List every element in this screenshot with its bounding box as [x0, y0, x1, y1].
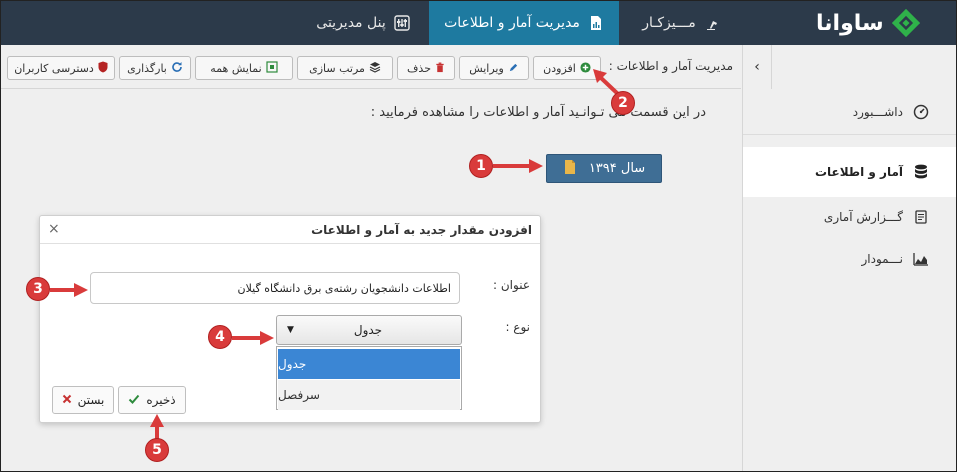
title-field-label: عنوان : — [493, 278, 530, 292]
title-input[interactable] — [90, 272, 460, 304]
tab-stats-label: مدیریت آمار و اطلاعات — [444, 15, 580, 31]
edit-button-label: ویرایش — [469, 61, 504, 75]
top-navbar: ساوانا مـــیزکـار مدیریت آمار و اطلاعات … — [1, 1, 956, 45]
folder-icon — [563, 158, 577, 180]
dialog-title: افزودن مقدار جدید به آمار و اطلاعات — [311, 223, 532, 237]
show-all-button[interactable]: نمایش همه — [195, 56, 293, 80]
refresh-icon — [171, 61, 183, 75]
x-icon — [62, 393, 72, 407]
tab-stats-management[interactable]: مدیریت آمار و اطلاعات — [429, 1, 619, 45]
callout-arrow-4 — [232, 331, 274, 345]
type-field-label: نوع : — [505, 320, 530, 334]
callout-badge: 4 — [208, 325, 232, 349]
type-option[interactable]: جدول — [278, 349, 460, 379]
close-icon[interactable]: × — [48, 221, 60, 237]
sidebar-item-stats[interactable]: آمار و اطلاعات — [743, 147, 956, 197]
sort-button-label: مرتب سازی — [309, 61, 365, 75]
sidebar-item-chart-label: نـــمودار — [861, 252, 904, 266]
scroll-report-icon — [913, 209, 929, 225]
dashboard-gauge-icon — [913, 104, 929, 120]
callout-badge: 2 — [611, 91, 635, 115]
triangle-down-icon: ▼ — [287, 325, 294, 335]
trash-icon — [435, 62, 445, 75]
tab-admin-label: پنل مدیریتی — [316, 15, 386, 31]
intro-text: در این قسمت می تـوانـید آمار و اطلاعات ر… — [370, 105, 706, 120]
sort-button[interactable]: مرتب سازی — [297, 56, 393, 80]
save-button-label: ذخیره — [146, 393, 176, 407]
type-dropdown-list: جدول سرفصل — [276, 346, 462, 410]
dialog-header: افزودن مقدار جدید به آمار و اطلاعات × — [40, 216, 540, 244]
sidebar: داشـــبورد آمار و اطلاعات گـــزارش آماری… — [742, 89, 956, 471]
reload-button[interactable]: بارگذاری — [119, 56, 191, 80]
logo-mark-icon — [891, 8, 920, 38]
callout-arrow-3 — [50, 283, 88, 297]
toolbar-title: مدیریت آمار و اطلاعات : — [608, 59, 733, 73]
tab-admin-panel[interactable]: پنل مدیریتی — [297, 1, 429, 45]
sidebar-item-dashboard-label: داشـــبورد — [852, 104, 903, 119]
save-button[interactable]: ذخیره — [118, 386, 186, 414]
sidebar-item-dashboard[interactable]: داشـــبورد — [743, 89, 956, 135]
callout-arrow-1 — [493, 159, 543, 173]
callout-arrow-5 — [150, 414, 164, 439]
sidebar-item-report-label: گـــزارش آماری — [823, 210, 903, 224]
expand-icon — [266, 61, 278, 75]
area-chart-icon — [913, 251, 929, 267]
sliders-icon — [394, 15, 410, 31]
sidebar-item-report[interactable]: گـــزارش آماری — [743, 197, 956, 237]
toolbar: مدیریت آمار و اطلاعات : افزودن ویرایش حذ… — [1, 45, 741, 89]
type-select[interactable]: ▼ جدول — [276, 315, 462, 345]
sidebar-collapse-button[interactable]: ‹ — [742, 45, 772, 89]
callout-badge: 3 — [26, 277, 50, 301]
brand-logo[interactable]: ساوانا — [816, 5, 946, 41]
app-window: ساوانا مـــیزکـار مدیریت آمار و اطلاعات … — [0, 0, 957, 472]
delete-button[interactable]: حذف — [397, 56, 455, 80]
delete-button-label: حذف — [407, 61, 431, 75]
database-icon — [913, 164, 929, 180]
add-button-label: افزودن — [543, 61, 576, 75]
type-option[interactable]: سرفصل — [278, 380, 460, 410]
tab-desk-label: مـــیزکـار — [642, 15, 696, 31]
user-access-button-label: دسترسی کاربران — [14, 61, 94, 75]
close-button-label: بستن — [77, 393, 105, 407]
add-value-dialog: افزودن مقدار جدید به آمار و اطلاعات × عن… — [39, 215, 541, 423]
reload-button-label: بارگذاری — [127, 61, 167, 75]
year-label: سال ۱۳۹۴ — [588, 161, 646, 176]
logo-text: ساوانا — [816, 10, 884, 36]
edit-button[interactable]: ویرایش — [459, 56, 529, 80]
layers-icon — [369, 61, 381, 75]
tab-desk[interactable]: مـــیزکـار — [619, 1, 743, 45]
year-folder-button[interactable]: سال ۱۳۹۴ — [546, 154, 662, 183]
check-icon — [128, 393, 140, 408]
callout-badge: 1 — [469, 154, 493, 178]
shield-icon — [98, 61, 108, 75]
callout-badge: 5 — [145, 438, 169, 462]
user-access-button[interactable]: دسترسی کاربران — [7, 56, 115, 80]
plus-circle-icon — [580, 61, 591, 75]
show-all-button-label: نمایش همه — [210, 61, 262, 75]
report-file-icon — [588, 15, 604, 31]
close-button[interactable]: بستن — [52, 386, 114, 414]
type-select-value: جدول — [353, 323, 383, 337]
pencil-icon — [508, 62, 519, 75]
sidebar-item-chart[interactable]: نـــمودار — [743, 239, 956, 279]
desk-lamp-icon — [704, 15, 720, 31]
sidebar-item-stats-label: آمار و اطلاعات — [814, 165, 903, 179]
